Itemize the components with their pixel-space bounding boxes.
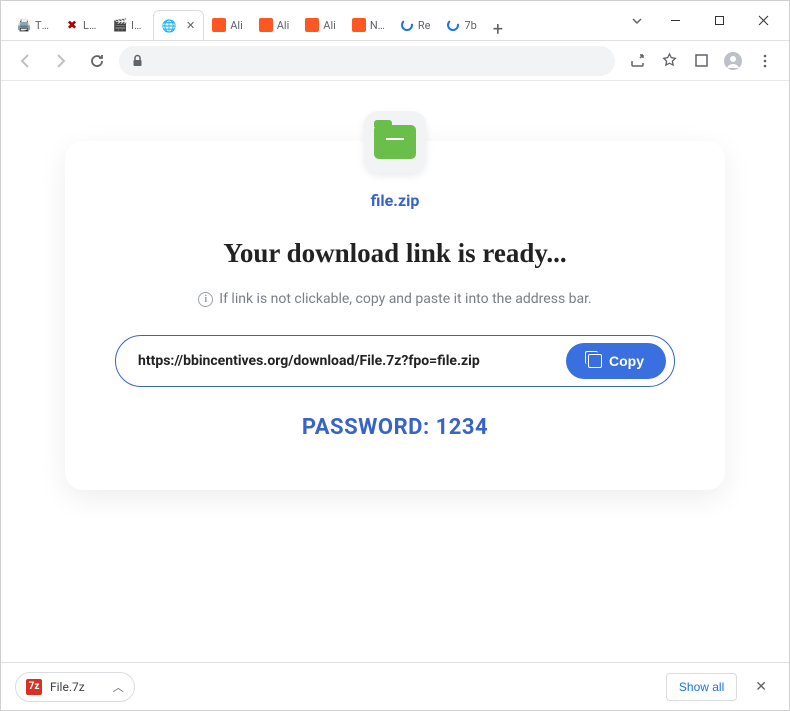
maximize-button[interactable]	[697, 7, 741, 35]
password-label: PASSWORD: 1234	[115, 415, 675, 440]
film-icon: 🎬	[113, 18, 127, 32]
tab[interactable]: Re	[392, 10, 439, 40]
new-tab-button[interactable]: +	[485, 19, 511, 40]
filename-label: file.zip	[115, 191, 675, 210]
copy-button[interactable]: Copy	[566, 343, 666, 379]
profile-icon[interactable]	[719, 47, 747, 75]
lock-icon	[131, 54, 144, 67]
download-link-box: https://bbincentives.org/download/File.7…	[115, 335, 675, 387]
close-shelf-button[interactable]: ✕	[747, 675, 775, 699]
hint-text: i If link is not clickable, copy and pas…	[115, 291, 675, 307]
tab[interactable]: No	[344, 10, 392, 40]
archive-icon: 7z	[26, 679, 42, 695]
loading-icon	[400, 18, 414, 32]
share-icon[interactable]	[623, 47, 651, 75]
printer-icon: 🖨️	[17, 18, 31, 32]
reload-button[interactable]	[83, 47, 111, 75]
loading-icon	[446, 18, 460, 32]
download-filename: File.7z	[50, 680, 85, 694]
close-icon[interactable]: ✕	[186, 19, 195, 32]
headline: Your download link is ready...	[115, 238, 675, 269]
show-all-button[interactable]: Show all	[666, 673, 737, 701]
tab-strip: 🖨️The ✖Laz 🎬Ind 🌐✕ Ali Ali Ali No Re 7b …	[1, 1, 621, 40]
minimize-button[interactable]	[653, 7, 697, 35]
chevron-down-icon[interactable]	[621, 15, 653, 27]
url-input[interactable]	[119, 46, 615, 76]
globe-icon: 🌐	[162, 19, 176, 33]
copy-label: Copy	[609, 353, 644, 369]
browser-titlebar: 🖨️The ✖Laz 🎬Ind 🌐✕ Ali Ali Ali No Re 7b …	[1, 1, 789, 41]
tab[interactable]: Ali	[204, 10, 251, 40]
copy-icon	[588, 354, 602, 368]
download-card: file.zip Your download link is ready... …	[65, 141, 725, 490]
info-icon: i	[198, 292, 213, 307]
tab[interactable]: Ali	[297, 10, 344, 40]
window-controls	[621, 7, 785, 35]
extensions-icon[interactable]	[687, 47, 715, 75]
download-url[interactable]: https://bbincentives.org/download/File.7…	[138, 353, 480, 369]
ali-icon	[259, 18, 273, 32]
close-window-button[interactable]	[741, 7, 785, 35]
tab[interactable]: 7b	[438, 10, 484, 40]
bookmark-icon[interactable]	[655, 47, 683, 75]
tab[interactable]: ✖Laz	[57, 10, 105, 40]
tab[interactable]: 🎬Ind	[105, 10, 153, 40]
ali-icon	[352, 18, 366, 32]
tab-active[interactable]: 🌐✕	[153, 10, 204, 40]
menu-icon[interactable]	[751, 47, 779, 75]
tab[interactable]: 🖨️The	[9, 10, 57, 40]
address-bar	[1, 41, 789, 81]
ali-icon	[305, 18, 319, 32]
x-icon: ✖	[65, 18, 79, 32]
file-type-icon	[364, 111, 426, 173]
back-button[interactable]	[11, 47, 39, 75]
ali-icon	[212, 18, 226, 32]
forward-button[interactable]	[47, 47, 75, 75]
hint-label: If link is not clickable, copy and paste…	[219, 291, 591, 307]
download-shelf: 7z File.7z ︿ Show all ✕	[1, 662, 789, 710]
download-item[interactable]: 7z File.7z ︿	[15, 672, 135, 702]
chevron-up-icon[interactable]: ︿	[113, 679, 124, 695]
page-content: pcrisk.com file.zip Your download link i…	[1, 81, 789, 662]
tab[interactable]: Ali	[251, 10, 298, 40]
